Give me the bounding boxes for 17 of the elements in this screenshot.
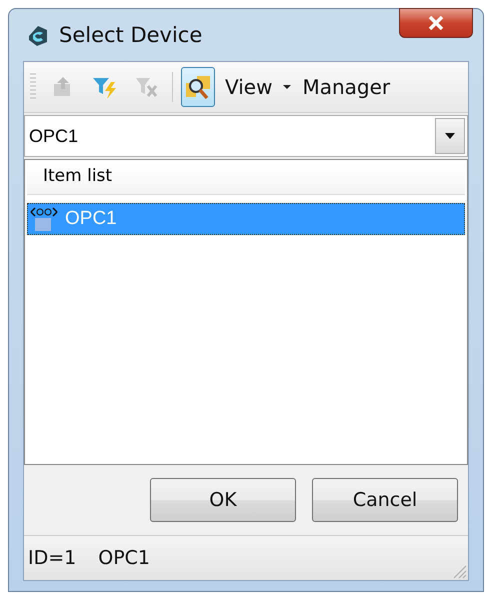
device-network-icon bbox=[29, 205, 59, 233]
close-button[interactable] bbox=[399, 8, 473, 38]
device-dropdown[interactable]: OPC1 bbox=[24, 115, 468, 157]
resize-grip-icon bbox=[451, 563, 467, 579]
browse-button[interactable] bbox=[181, 67, 215, 107]
close-icon bbox=[428, 16, 444, 30]
caret-icon bbox=[282, 84, 292, 90]
window-title: Select Device bbox=[59, 23, 202, 47]
cancel-button[interactable]: Cancel bbox=[312, 478, 458, 522]
ok-button[interactable]: OK bbox=[150, 478, 296, 522]
dropdown-button[interactable] bbox=[435, 118, 465, 154]
folder-magnifier-icon bbox=[184, 73, 212, 101]
manager-menu[interactable]: Manager bbox=[300, 75, 392, 99]
status-text: ID=1 bbox=[28, 547, 76, 569]
view-menu[interactable]: View bbox=[223, 75, 274, 99]
caret-icon bbox=[444, 132, 456, 140]
status-text: OPC1 bbox=[98, 547, 150, 569]
